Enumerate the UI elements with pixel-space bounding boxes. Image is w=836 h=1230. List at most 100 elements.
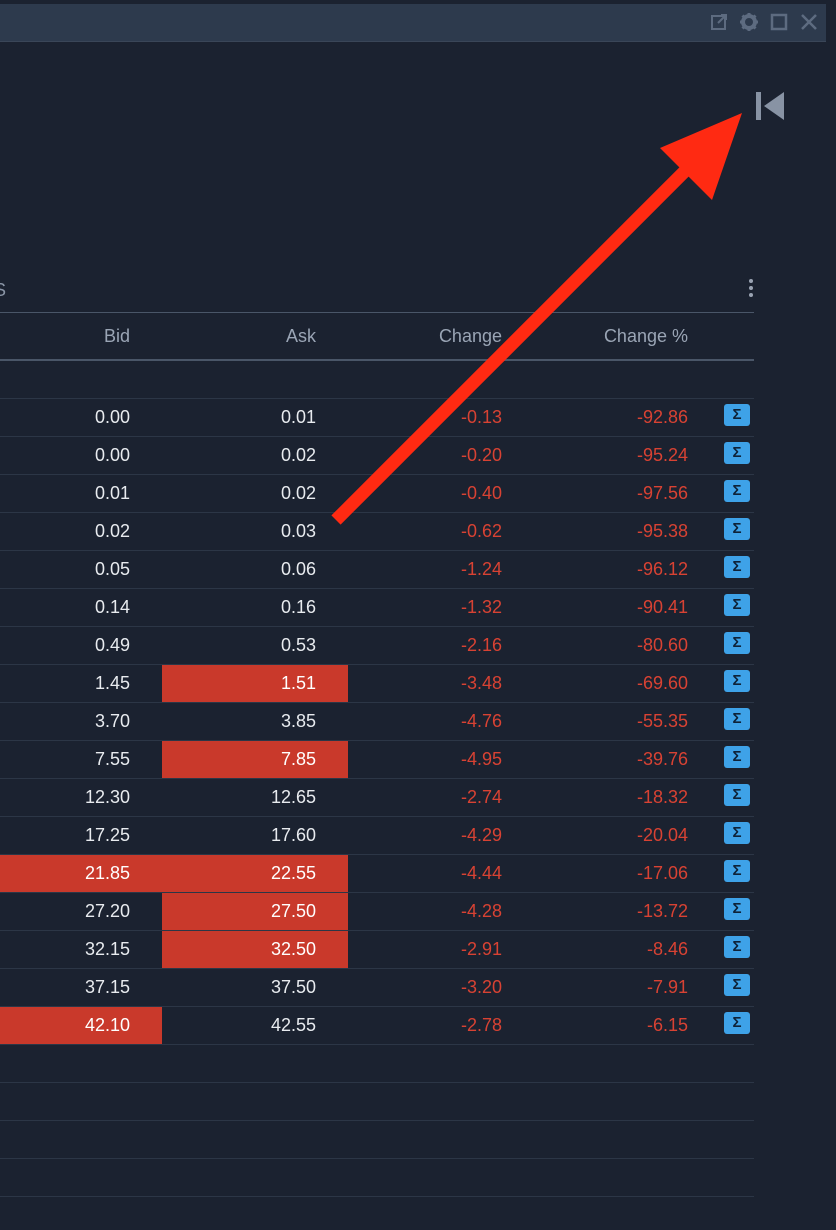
sigma-button[interactable]: Σ [724, 670, 750, 692]
header-bid[interactable]: Bid [0, 326, 130, 347]
cell-change[interactable]: -1.32 [348, 589, 534, 626]
sigma-button[interactable]: Σ [724, 936, 750, 958]
cell-change-pct[interactable]: -18.32 [534, 779, 720, 816]
cell-change[interactable]: -4.76 [348, 703, 534, 740]
cell-change[interactable]: -2.16 [348, 627, 534, 664]
sigma-button[interactable]: Σ [724, 784, 750, 806]
table-row[interactable]: 12.30 12.65 -2.74 -18.32 Σ [0, 779, 754, 817]
table-row[interactable]: 21.85 22.55 -4.44 -17.06 Σ [0, 855, 754, 893]
header-change[interactable]: Change [348, 326, 502, 347]
close-icon[interactable] [798, 11, 820, 33]
sigma-button[interactable]: Σ [724, 632, 750, 654]
cell-ask[interactable]: 17.60 [162, 817, 348, 854]
cell-ask[interactable]: 0.02 [162, 437, 348, 474]
cell-change-pct[interactable]: -97.56 [534, 475, 720, 512]
cell-change-pct[interactable]: -90.41 [534, 589, 720, 626]
maximize-icon[interactable] [768, 11, 790, 33]
cell-bid[interactable]: 0.05 [0, 551, 162, 588]
table-row[interactable]: 0.01 0.02 -0.40 -97.56 Σ [0, 475, 754, 513]
cell-ask[interactable]: 0.16 [162, 589, 348, 626]
cell-ask[interactable]: 7.85 [162, 741, 348, 778]
table-row[interactable]: 7.55 7.85 -4.95 -39.76 Σ [0, 741, 754, 779]
cell-change-pct[interactable]: -95.38 [534, 513, 720, 550]
cell-ask[interactable]: 0.03 [162, 513, 348, 550]
cell-ask[interactable]: 12.65 [162, 779, 348, 816]
cell-bid[interactable]: 3.70 [0, 703, 162, 740]
cell-bid[interactable]: 0.02 [0, 513, 162, 550]
cell-ask[interactable]: 37.50 [162, 969, 348, 1006]
cell-ask[interactable]: 1.51 [162, 665, 348, 702]
cell-change-pct[interactable]: -20.04 [534, 817, 720, 854]
cell-bid[interactable]: 0.00 [0, 437, 162, 474]
cell-bid[interactable]: 1.45 [0, 665, 162, 702]
cell-change[interactable]: -0.62 [348, 513, 534, 550]
cell-bid[interactable]: 21.85 [0, 855, 162, 892]
cell-change[interactable]: -3.20 [348, 969, 534, 1006]
cell-change[interactable]: -2.74 [348, 779, 534, 816]
header-change-pct[interactable]: Change % [534, 326, 688, 347]
cell-bid[interactable]: 37.15 [0, 969, 162, 1006]
cell-bid[interactable]: 0.14 [0, 589, 162, 626]
cell-bid[interactable]: 27.20 [0, 893, 162, 930]
cell-change-pct[interactable]: -7.91 [534, 969, 720, 1006]
table-row[interactable]: 0.02 0.03 -0.62 -95.38 Σ [0, 513, 754, 551]
table-row[interactable]: 27.20 27.50 -4.28 -13.72 Σ [0, 893, 754, 931]
table-row[interactable]: 0.05 0.06 -1.24 -96.12 Σ [0, 551, 754, 589]
cell-ask[interactable]: 0.53 [162, 627, 348, 664]
skip-to-first-button[interactable] [748, 86, 792, 126]
sigma-button[interactable]: Σ [724, 708, 750, 730]
table-row[interactable]: 0.14 0.16 -1.32 -90.41 Σ [0, 589, 754, 627]
popout-icon[interactable] [708, 11, 730, 33]
table-row[interactable]: 42.10 42.55 -2.78 -6.15 Σ [0, 1007, 754, 1045]
sigma-button[interactable]: Σ [724, 518, 750, 540]
cell-bid[interactable]: 0.01 [0, 475, 162, 512]
gear-icon[interactable] [738, 11, 760, 33]
cell-change[interactable]: -2.91 [348, 931, 534, 968]
sigma-button[interactable]: Σ [724, 556, 750, 578]
cell-bid[interactable]: 42.10 [0, 1007, 162, 1044]
table-row[interactable]: 0.00 0.02 -0.20 -95.24 Σ [0, 437, 754, 475]
sigma-button[interactable]: Σ [724, 860, 750, 882]
cell-ask[interactable]: 22.55 [162, 855, 348, 892]
cell-change[interactable]: -4.44 [348, 855, 534, 892]
sigma-button[interactable]: Σ [724, 746, 750, 768]
table-row[interactable]: 0.49 0.53 -2.16 -80.60 Σ [0, 627, 754, 665]
sigma-button[interactable]: Σ [724, 1012, 750, 1034]
cell-change-pct[interactable]: -13.72 [534, 893, 720, 930]
table-row[interactable]: 3.70 3.85 -4.76 -55.35 Σ [0, 703, 754, 741]
cell-ask[interactable]: 0.06 [162, 551, 348, 588]
cell-bid[interactable]: 0.49 [0, 627, 162, 664]
cell-ask[interactable]: 0.01 [162, 399, 348, 436]
table-row[interactable]: 0.00 0.01 -0.13 -92.86 Σ [0, 399, 754, 437]
cell-change[interactable]: -4.28 [348, 893, 534, 930]
cell-change[interactable]: -1.24 [348, 551, 534, 588]
table-row[interactable]: 1.45 1.51 -3.48 -69.60 Σ [0, 665, 754, 703]
cell-ask[interactable]: 42.55 [162, 1007, 348, 1044]
cell-change-pct[interactable]: -92.86 [534, 399, 720, 436]
cell-change-pct[interactable]: -39.76 [534, 741, 720, 778]
sigma-button[interactable]: Σ [724, 480, 750, 502]
cell-change-pct[interactable]: -95.24 [534, 437, 720, 474]
sigma-button[interactable]: Σ [724, 404, 750, 426]
cell-change-pct[interactable]: -17.06 [534, 855, 720, 892]
sigma-button[interactable]: Σ [724, 442, 750, 464]
cell-change[interactable]: -4.95 [348, 741, 534, 778]
panel-tab-label[interactable]: S [0, 280, 6, 301]
cell-bid[interactable]: 32.15 [0, 931, 162, 968]
cell-change-pct[interactable]: -55.35 [534, 703, 720, 740]
sigma-button[interactable]: Σ [724, 822, 750, 844]
header-ask[interactable]: Ask [162, 326, 316, 347]
cell-change[interactable]: -0.40 [348, 475, 534, 512]
cell-ask[interactable]: 27.50 [162, 893, 348, 930]
table-row[interactable]: 32.15 32.50 -2.91 -8.46 Σ [0, 931, 754, 969]
kebab-menu-icon[interactable] [742, 276, 760, 306]
cell-change[interactable]: -3.48 [348, 665, 534, 702]
cell-change-pct[interactable]: -8.46 [534, 931, 720, 968]
cell-bid[interactable]: 0.00 [0, 399, 162, 436]
cell-bid[interactable]: 17.25 [0, 817, 162, 854]
cell-ask[interactable]: 0.02 [162, 475, 348, 512]
cell-ask[interactable]: 3.85 [162, 703, 348, 740]
cell-change-pct[interactable]: -6.15 [534, 1007, 720, 1044]
cell-bid[interactable]: 12.30 [0, 779, 162, 816]
cell-change-pct[interactable]: -69.60 [534, 665, 720, 702]
